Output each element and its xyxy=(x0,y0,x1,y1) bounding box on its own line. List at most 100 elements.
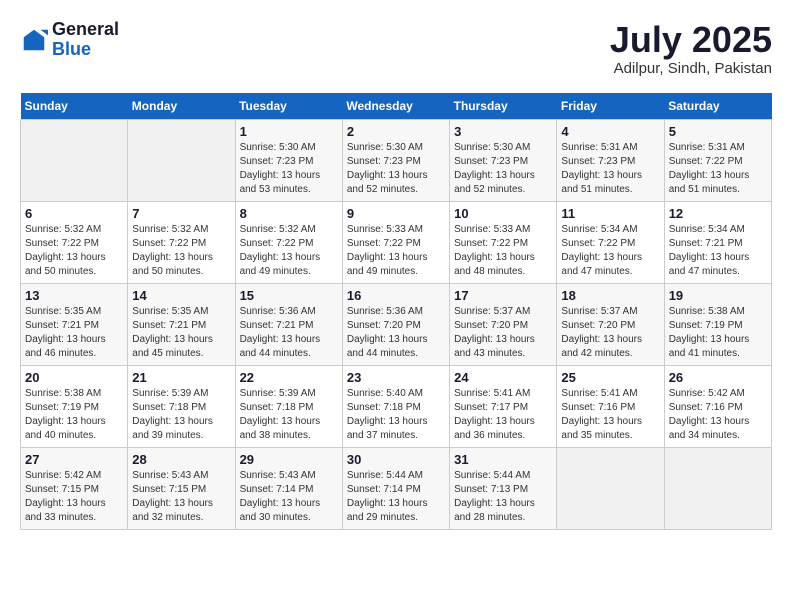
calendar-day-cell: 8 Sunrise: 5:32 AM Sunset: 7:22 PM Daylig… xyxy=(235,201,342,283)
calendar-day-cell: 1Sunrise: 5:30 AM Sunset: 7:23 PM Daylig… xyxy=(235,119,342,201)
calendar-day-cell: 26 Sunrise: 5:42 AM Sunset: 7:16 PM Dayli… xyxy=(664,365,771,447)
day-number: 18 xyxy=(561,288,659,303)
calendar-week-row: 6Sunrise: 5:32 AM Sunset: 7:22 PM Daylig… xyxy=(21,201,772,283)
calendar-day-cell: 21 Sunrise: 5:39 AM Sunset: 7:18 PM Dayli… xyxy=(128,365,235,447)
day-number: 9 xyxy=(347,206,445,221)
calendar-week-row: 20 Sunrise: 5:38 AM Sunset: 7:19 PM Dayli… xyxy=(21,365,772,447)
day-info: Sunrise: 5:30 AM Sunset: 7:23 PM Dayligh… xyxy=(454,141,552,197)
logo-icon xyxy=(20,26,48,54)
calendar-day-cell: 12 Sunrise: 5:34 AM Sunset: 7:21 PM Dayli… xyxy=(664,201,771,283)
calendar-day-cell: 31Sunrise: 5:44 AM Sunset: 7:13 PM Dayli… xyxy=(450,447,557,529)
day-info: Sunrise: 5:41 AM Sunset: 7:16 PM Dayligh… xyxy=(561,387,659,443)
day-number: 14 xyxy=(132,288,230,303)
day-info: Sunrise: 5:31 AM Sunset: 7:23 PM Dayligh… xyxy=(561,141,659,197)
day-number: 23 xyxy=(347,370,445,385)
day-info: Sunrise: 5:41 AM Sunset: 7:17 PM Dayligh… xyxy=(454,387,552,443)
day-info: Sunrise: 5:32 AM Sunset: 7:22 PM Dayligh… xyxy=(240,223,338,279)
day-info: Sunrise: 5:32 AM Sunset: 7:22 PM Dayligh… xyxy=(132,223,230,279)
day-info: Sunrise: 5:44 AM Sunset: 7:14 PM Dayligh… xyxy=(347,469,445,525)
calendar-day-cell: 9 Sunrise: 5:33 AM Sunset: 7:22 PM Daylig… xyxy=(342,201,449,283)
day-number: 2 xyxy=(347,124,445,139)
day-info: Sunrise: 5:35 AM Sunset: 7:21 PM Dayligh… xyxy=(25,305,123,361)
location-text: Adilpur, Sindh, Pakistan xyxy=(610,60,772,77)
calendar-week-row: 1 Sunrise: 5:30 AM Sunset: 7:23 PM Daylig… xyxy=(21,119,772,201)
day-info: Sunrise: 5:39 AM Sunset: 7:18 PM Dayligh… xyxy=(132,387,230,443)
logo: General Blue xyxy=(20,20,119,60)
title-block: July 2025 Adilpur, Sindh, Pakistan xyxy=(610,20,772,77)
day-number: 1 xyxy=(240,124,338,139)
calendar-table: SundayMondayTuesdayWednesdayThursdayFrid… xyxy=(20,93,772,530)
day-number: 28 xyxy=(132,452,230,467)
calendar-day-cell: 28 Sunrise: 5:43 AM Sunset: 7:15 PM Dayli… xyxy=(128,447,235,529)
day-number: 16 xyxy=(347,288,445,303)
day-number: 8 xyxy=(240,206,338,221)
calendar-day-cell: 7 Sunrise: 5:32 AM Sunset: 7:22 PM Daylig… xyxy=(128,201,235,283)
calendar-week-row: 13 Sunrise: 5:35 AM Sunset: 7:21 PM Dayli… xyxy=(21,283,772,365)
day-number: 26 xyxy=(669,370,767,385)
day-number: 5 xyxy=(669,124,767,139)
day-info: Sunrise: 5:38 AM Sunset: 7:19 PM Dayligh… xyxy=(25,387,123,443)
day-number: 15 xyxy=(240,288,338,303)
day-info: Sunrise: 5:31 AM Sunset: 7:22 PM Dayligh… xyxy=(669,141,767,197)
day-info: Sunrise: 5:33 AM Sunset: 7:22 PM Dayligh… xyxy=(454,223,552,279)
day-number: 4 xyxy=(561,124,659,139)
calendar-day-cell: 6Sunrise: 5:32 AM Sunset: 7:22 PM Daylig… xyxy=(21,201,128,283)
calendar-day-cell: 16 Sunrise: 5:36 AM Sunset: 7:20 PM Dayli… xyxy=(342,283,449,365)
day-info: Sunrise: 5:39 AM Sunset: 7:18 PM Dayligh… xyxy=(240,387,338,443)
calendar-day-cell: 30 Sunrise: 5:44 AM Sunset: 7:14 PM Dayli… xyxy=(342,447,449,529)
day-info: Sunrise: 5:36 AM Sunset: 7:20 PM Dayligh… xyxy=(347,305,445,361)
day-number: 10 xyxy=(454,206,552,221)
calendar-week-row: 27 Sunrise: 5:42 AM Sunset: 7:15 PM Dayli… xyxy=(21,447,772,529)
day-number: 27 xyxy=(25,452,123,467)
calendar-day-cell: 15 Sunrise: 5:36 AM Sunset: 7:21 PM Dayli… xyxy=(235,283,342,365)
day-info: Sunrise: 5:36 AM Sunset: 7:21 PM Dayligh… xyxy=(240,305,338,361)
day-info: Sunrise: 5:30 AM Sunset: 7:23 PM Dayligh… xyxy=(347,141,445,197)
day-number: 7 xyxy=(132,206,230,221)
day-number: 24 xyxy=(454,370,552,385)
calendar-day-cell: 14 Sunrise: 5:35 AM Sunset: 7:21 PM Dayli… xyxy=(128,283,235,365)
calendar-day-cell: 3 Sunrise: 5:30 AM Sunset: 7:23 PM Daylig… xyxy=(450,119,557,201)
day-number: 20 xyxy=(25,370,123,385)
calendar-day-cell: 29Sunrise: 5:43 AM Sunset: 7:14 PM Dayli… xyxy=(235,447,342,529)
page-header: General Blue July 2025 Adilpur, Sindh, P… xyxy=(20,20,772,77)
calendar-day-cell: 23 Sunrise: 5:40 AM Sunset: 7:18 PM Dayli… xyxy=(342,365,449,447)
day-info: Sunrise: 5:37 AM Sunset: 7:20 PM Dayligh… xyxy=(561,305,659,361)
calendar-day-cell: 27 Sunrise: 5:42 AM Sunset: 7:15 PM Dayli… xyxy=(21,447,128,529)
calendar-day-cell: 17Sunrise: 5:37 AM Sunset: 7:20 PM Dayli… xyxy=(450,283,557,365)
weekday-header-cell: Sunday xyxy=(21,93,128,120)
day-number: 21 xyxy=(132,370,230,385)
day-info: Sunrise: 5:40 AM Sunset: 7:18 PM Dayligh… xyxy=(347,387,445,443)
day-info: Sunrise: 5:35 AM Sunset: 7:21 PM Dayligh… xyxy=(132,305,230,361)
weekday-header-row: SundayMondayTuesdayWednesdayThursdayFrid… xyxy=(21,93,772,120)
calendar-body: 1 Sunrise: 5:30 AM Sunset: 7:23 PM Daylig… xyxy=(21,119,772,529)
calendar-day-cell: 11Sunrise: 5:34 AM Sunset: 7:22 PM Dayli… xyxy=(557,201,664,283)
weekday-header-cell: Wednesday xyxy=(342,93,449,120)
day-number: 22 xyxy=(240,370,338,385)
day-number: 12 xyxy=(669,206,767,221)
calendar-day-cell xyxy=(128,119,235,201)
calendar-day-cell: 13 Sunrise: 5:35 AM Sunset: 7:21 PM Dayli… xyxy=(21,283,128,365)
calendar-day-cell: 18 Sunrise: 5:37 AM Sunset: 7:20 PM Dayli… xyxy=(557,283,664,365)
weekday-header-cell: Saturday xyxy=(664,93,771,120)
day-info: Sunrise: 5:33 AM Sunset: 7:22 PM Dayligh… xyxy=(347,223,445,279)
day-info: Sunrise: 5:44 AM Sunset: 7:13 PM Dayligh… xyxy=(454,469,552,525)
calendar-day-cell: 19Sunrise: 5:38 AM Sunset: 7:19 PM Dayli… xyxy=(664,283,771,365)
calendar-day-cell: 22 Sunrise: 5:39 AM Sunset: 7:18 PM Dayli… xyxy=(235,365,342,447)
day-number: 30 xyxy=(347,452,445,467)
day-info: Sunrise: 5:32 AM Sunset: 7:22 PM Dayligh… xyxy=(25,223,123,279)
weekday-header-cell: Monday xyxy=(128,93,235,120)
day-info: Sunrise: 5:34 AM Sunset: 7:21 PM Dayligh… xyxy=(669,223,767,279)
day-number: 13 xyxy=(25,288,123,303)
day-info: Sunrise: 5:43 AM Sunset: 7:14 PM Dayligh… xyxy=(240,469,338,525)
day-info: Sunrise: 5:34 AM Sunset: 7:22 PM Dayligh… xyxy=(561,223,659,279)
calendar-day-cell: 10 Sunrise: 5:33 AM Sunset: 7:22 PM Dayli… xyxy=(450,201,557,283)
calendar-day-cell: 20 Sunrise: 5:38 AM Sunset: 7:19 PM Dayli… xyxy=(21,365,128,447)
day-info: Sunrise: 5:37 AM Sunset: 7:20 PM Dayligh… xyxy=(454,305,552,361)
calendar-day-cell: 2 Sunrise: 5:30 AM Sunset: 7:23 PM Daylig… xyxy=(342,119,449,201)
day-number: 3 xyxy=(454,124,552,139)
calendar-day-cell: 4 Sunrise: 5:31 AM Sunset: 7:23 PM Daylig… xyxy=(557,119,664,201)
day-info: Sunrise: 5:42 AM Sunset: 7:15 PM Dayligh… xyxy=(25,469,123,525)
day-info: Sunrise: 5:43 AM Sunset: 7:15 PM Dayligh… xyxy=(132,469,230,525)
logo-general-text: General xyxy=(52,20,119,40)
day-info: Sunrise: 5:42 AM Sunset: 7:16 PM Dayligh… xyxy=(669,387,767,443)
